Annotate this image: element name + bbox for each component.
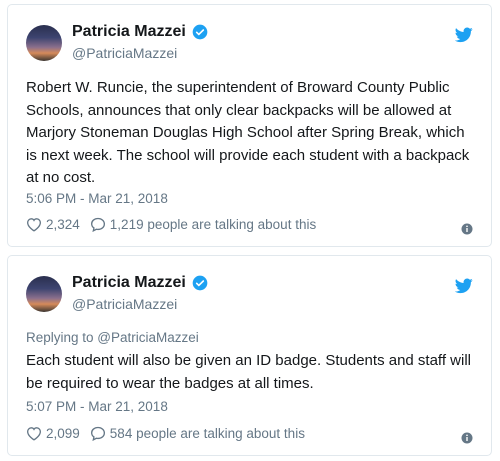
like-button[interactable]: 2,324 — [26, 217, 80, 232]
verified-icon — [192, 24, 208, 40]
tweet-text: Each student will also be given an ID ba… — [26, 352, 471, 392]
tweet-timestamp[interactable]: 5:07 PM - Mar 21, 2018 — [26, 399, 168, 414]
tweet-timestamp[interactable]: 5:06 PM - Mar 21, 2018 — [26, 191, 168, 206]
tweet-text: Robert W. Runcie, the superintendent of … — [26, 79, 470, 186]
speech-bubble-icon — [90, 426, 105, 441]
author-name[interactable]: Patricia Mazzei — [72, 23, 186, 41]
like-count: 2,324 — [46, 217, 80, 232]
info-icon[interactable] — [461, 223, 473, 235]
author-name[interactable]: Patricia Mazzei — [72, 274, 186, 292]
speech-bubble-icon — [90, 217, 105, 232]
avatar[interactable] — [26, 25, 62, 61]
author-name-row[interactable]: Patricia Mazzei — [72, 274, 208, 292]
talking-count: 1,219 people are talking about this — [109, 217, 317, 232]
author-handle[interactable]: @PatriciaMazzei — [72, 45, 177, 61]
tweet-card[interactable]: Patricia Mazzei @PatriciaMazzei Robert W… — [7, 4, 492, 247]
talking-count: 584 people are talking about this — [109, 426, 305, 441]
heart-icon — [26, 427, 42, 441]
like-count: 2,099 — [46, 426, 80, 441]
author-handle[interactable]: @PatriciaMazzei — [72, 296, 177, 312]
replying-to-link[interactable]: Replying to @PatriciaMazzei — [26, 330, 199, 345]
tweet-actions: 2,099 584 people are talking about this — [26, 426, 473, 441]
twitter-bird-icon[interactable] — [455, 27, 473, 43]
author-name-row[interactable]: Patricia Mazzei — [72, 23, 208, 41]
tweet-actions: 2,324 1,219 people are talking about thi… — [26, 217, 473, 232]
info-icon[interactable] — [461, 432, 473, 444]
twitter-bird-icon[interactable] — [455, 278, 473, 294]
reply-conversation-link[interactable]: 1,219 people are talking about this — [90, 217, 316, 232]
verified-icon — [192, 275, 208, 291]
reply-conversation-link[interactable]: 584 people are talking about this — [90, 426, 305, 441]
avatar[interactable] — [26, 276, 62, 312]
tweet-card[interactable]: Patricia Mazzei @PatriciaMazzei Replying… — [7, 255, 492, 456]
like-button[interactable]: 2,099 — [26, 426, 80, 441]
heart-icon — [26, 218, 42, 232]
